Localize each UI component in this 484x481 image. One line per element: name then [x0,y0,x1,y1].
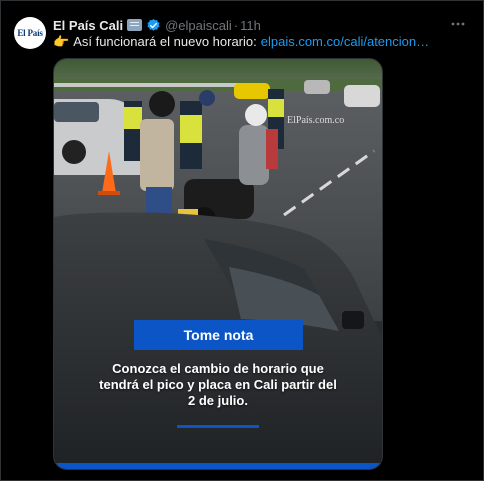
more-icon[interactable] [450,16,466,32]
tweet-media[interactable]: ElPaís.com.co Tome nota Conozca el cambi… [53,58,383,470]
pointing-hand-icon: 👉 [53,34,70,49]
more-dots-icon [451,22,465,26]
tweet-time[interactable]: 11h [240,18,261,33]
card-title: Tome nota [134,320,303,350]
business-flag-icon [127,19,143,31]
account-name[interactable]: El País Cali [53,18,123,33]
avatar-logo: El País [17,28,43,38]
card-body: Conozca el cambio de horario que tendrá … [99,361,337,408]
separator-dot: · [233,17,239,33]
tweet-text: 👉 Así funcionará el nuevo horario: elpai… [53,34,429,50]
tweet-body: Así funcionará el nuevo horario: [73,34,257,49]
account-handle[interactable]: @elpaiscali [165,18,232,33]
verified-badge-icon [147,18,160,31]
card-underline [177,425,259,428]
tweet-link[interactable]: elpais.com.co/cali/atencion… [261,34,429,50]
media-bottom-bar [54,463,382,469]
tweet-header: El País Cali @elpaiscali · 11h [53,16,261,34]
avatar[interactable]: El País [14,17,46,49]
watermark: ElPaís.com.co [287,115,345,126]
